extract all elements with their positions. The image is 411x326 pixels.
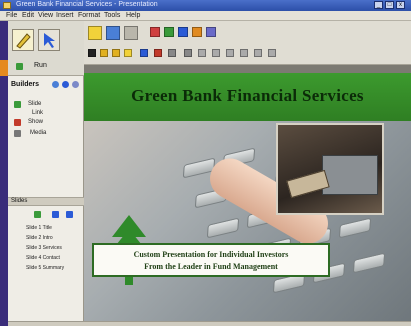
menu-view[interactable]: View: [38, 12, 53, 19]
line-icon[interactable]: [198, 49, 206, 57]
pen-tool-icon[interactable]: [12, 29, 34, 51]
arrow-icon[interactable]: [212, 49, 220, 57]
open-icon[interactable]: [88, 26, 102, 40]
atm-photo: [276, 123, 384, 215]
builders-label: Builders: [11, 81, 40, 88]
run-label[interactable]: Run: [34, 62, 47, 69]
banner-line-1: Custom Presentation for Individual Inves…: [133, 250, 289, 259]
slide-canvas: Green Bank Financial Services Custom Pre…: [84, 65, 411, 321]
run-icon: [16, 63, 23, 70]
refresh-icon[interactable]: [52, 81, 59, 88]
help-icon[interactable]: [72, 81, 79, 88]
slides-section-label: Slides: [11, 198, 28, 204]
add-slide-icon[interactable]: [34, 211, 41, 218]
slide-list-item[interactable]: Slide 1 Title: [26, 225, 52, 231]
left-panel: Run Builders Slide Link Show Media Slide…: [8, 21, 84, 321]
select-tool-icon[interactable]: [38, 29, 60, 51]
maximize-button[interactable]: □: [385, 1, 394, 9]
tree-item-media[interactable]: Media: [30, 130, 46, 136]
pen-icon[interactable]: [100, 49, 108, 57]
menu-insert[interactable]: Insert: [56, 12, 74, 19]
x-icon: [14, 119, 21, 126]
main-toolbar: [84, 21, 411, 65]
banner-line-2: From the Leader in Fund Management: [144, 262, 278, 271]
redo-icon[interactable]: [206, 27, 216, 37]
print-icon[interactable]: [124, 26, 138, 40]
menu-bar: File Edit View Insert Format Tools Help: [0, 11, 411, 21]
info-icon[interactable]: [62, 81, 69, 88]
tree-item-show[interactable]: Show: [28, 119, 43, 125]
cut-icon[interactable]: [150, 27, 160, 37]
window-title: Green Bank Financial Services - Presenta…: [16, 1, 158, 8]
save-icon[interactable]: [106, 26, 120, 40]
slide-list-item[interactable]: Slide 2 Intro: [26, 235, 53, 241]
move-up-icon[interactable]: [52, 211, 59, 218]
app-icon: [3, 2, 11, 9]
title-bar: Green Bank Financial Services - Presenta…: [0, 0, 411, 11]
rect-icon[interactable]: [226, 49, 234, 57]
color-icon[interactable]: [124, 49, 132, 57]
menu-file[interactable]: File: [6, 12, 17, 19]
tree-item-link[interactable]: Link: [32, 110, 43, 116]
paste-icon[interactable]: [178, 27, 188, 37]
app-window: Green Bank Financial Services - Presenta…: [0, 0, 411, 326]
slide-list-item[interactable]: Slide 3 Services: [26, 245, 62, 251]
left-panel-tools: Run: [8, 21, 84, 76]
menu-edit[interactable]: Edit: [22, 12, 34, 19]
align-icon[interactable]: [140, 49, 148, 57]
text-icon[interactable]: [88, 49, 96, 57]
italic-icon[interactable]: [168, 49, 176, 57]
copy-icon[interactable]: [164, 27, 174, 37]
slide[interactable]: Green Bank Financial Services Custom Pre…: [84, 73, 411, 321]
close-button[interactable]: x: [396, 1, 405, 9]
table-icon[interactable]: [268, 49, 276, 57]
slide-title[interactable]: Green Bank Financial Services: [84, 86, 411, 106]
slide-banner[interactable]: Custom Presentation for Individual Inves…: [92, 243, 330, 277]
menu-format[interactable]: Format: [78, 12, 100, 19]
slide-list-item[interactable]: Slide 4 Contact: [26, 255, 60, 261]
undo-icon[interactable]: [192, 27, 202, 37]
status-bar: [8, 321, 411, 326]
image-icon[interactable]: [254, 49, 262, 57]
shape-icon[interactable]: [112, 49, 120, 57]
move-down-icon[interactable]: [66, 211, 73, 218]
bold-icon[interactable]: [154, 49, 162, 57]
media-icon: [14, 130, 21, 137]
minimize-button[interactable]: _: [374, 1, 383, 9]
ellipse-icon[interactable]: [240, 49, 248, 57]
slide-header: Green Bank Financial Services: [84, 73, 411, 121]
menu-help[interactable]: Help: [126, 12, 140, 19]
menu-tools[interactable]: Tools: [104, 12, 120, 19]
slides-section-header: Slides: [8, 197, 84, 206]
slide-list-item[interactable]: Slide 5 Summary: [26, 265, 64, 271]
check-icon: [14, 101, 21, 108]
underline-icon[interactable]: [184, 49, 192, 57]
tree-item-slide[interactable]: Slide: [28, 101, 41, 107]
